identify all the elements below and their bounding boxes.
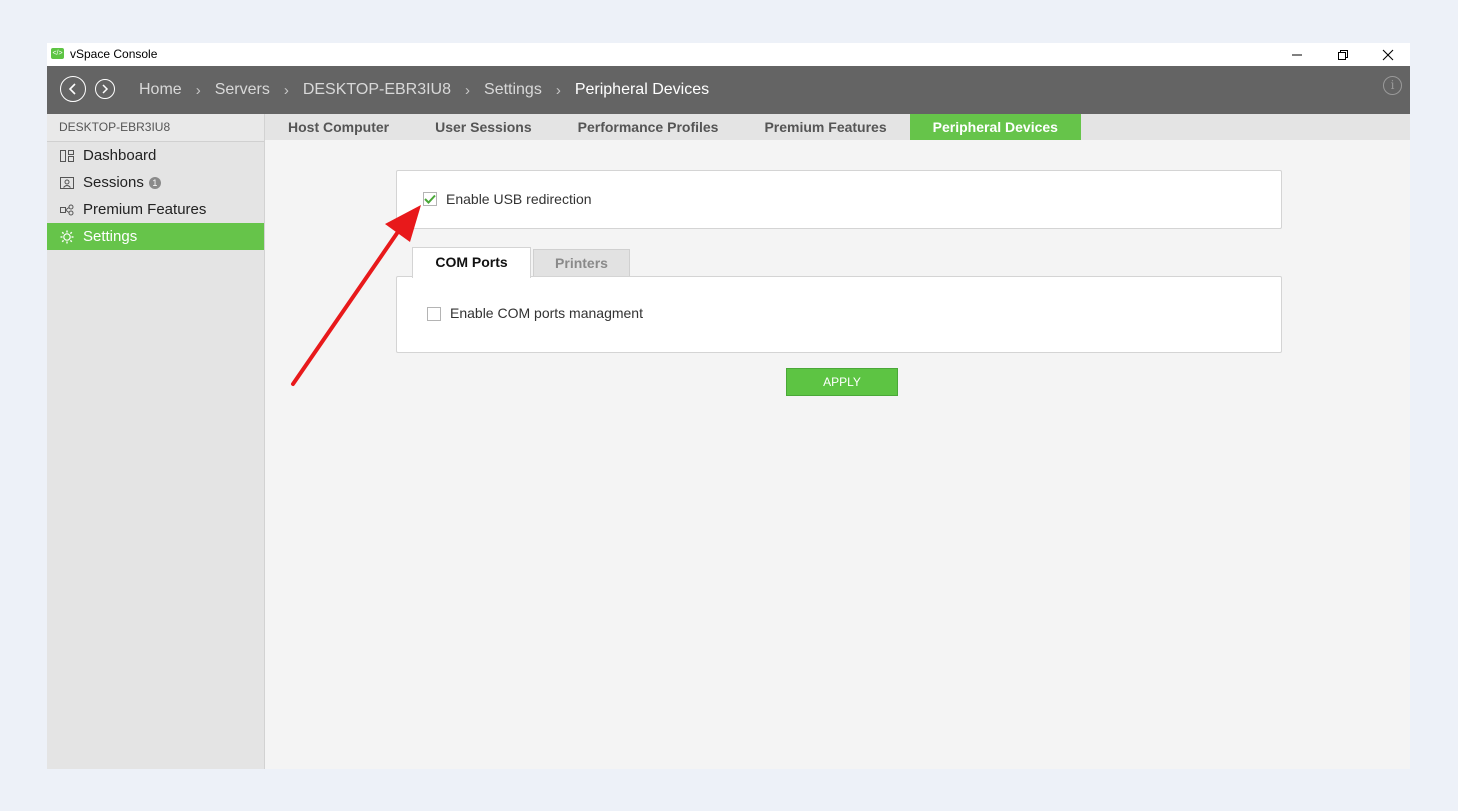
sidebar-server-name: DESKTOP-EBR3IU8: [47, 114, 264, 142]
title-bar: </> vSpace Console: [47, 43, 1410, 66]
com-ports-checkbox[interactable]: [427, 307, 441, 321]
sessions-icon: [60, 176, 76, 190]
sidebar-item-label: Premium Features: [83, 201, 207, 218]
tab-peripheral-devices[interactable]: Peripheral Devices: [909, 114, 1081, 140]
app-window: </> vSpace Console Home › Servers › DESK…: [47, 43, 1410, 769]
minimize-icon: [1292, 54, 1302, 55]
sidebar: DESKTOP-EBR3IU8 Dashboard Sessions 1 Pre…: [47, 114, 265, 769]
restore-button[interactable]: [1320, 43, 1366, 66]
breadcrumb-home[interactable]: Home: [139, 81, 182, 99]
tab-premium-features[interactable]: Premium Features: [741, 114, 909, 140]
forward-button[interactable]: [95, 79, 115, 99]
tab-user-sessions[interactable]: User Sessions: [412, 114, 555, 140]
breadcrumb-separator: ›: [465, 81, 471, 99]
subtab-com-ports[interactable]: COM Ports: [412, 247, 531, 278]
sessions-count-badge: 1: [148, 176, 161, 189]
sidebar-item-sessions[interactable]: Sessions 1: [47, 169, 264, 196]
breadcrumb-separator: ›: [195, 81, 201, 99]
close-button[interactable]: [1365, 43, 1411, 66]
settings-icon: [60, 230, 76, 244]
subtab-printers[interactable]: Printers: [533, 249, 630, 276]
breadcrumb-server[interactable]: DESKTOP-EBR3IU8: [303, 81, 451, 99]
breadcrumb-separator: ›: [555, 81, 561, 99]
premium-features-icon: [60, 203, 76, 217]
close-icon: [1382, 49, 1394, 60]
breadcrumb-servers[interactable]: Servers: [215, 81, 270, 99]
tab-performance-profiles[interactable]: Performance Profiles: [555, 114, 742, 140]
sidebar-item-label: Dashboard: [83, 147, 157, 164]
back-button[interactable]: [60, 76, 86, 102]
app-logo-icon: </>: [51, 48, 64, 59]
tab-host-computer[interactable]: Host Computer: [265, 114, 412, 140]
sidebar-item-label: Sessions: [83, 174, 144, 191]
chevron-right-icon: [102, 84, 109, 94]
breadcrumb-header: Home › Servers › DESKTOP-EBR3IU8 › Setti…: [47, 66, 1410, 114]
sidebar-item-label: Settings: [83, 228, 138, 245]
sidebar-item-settings[interactable]: Settings: [47, 223, 264, 250]
settings-tabs: Host Computer User Sessions Performance …: [265, 114, 1410, 140]
apply-button[interactable]: APPLY: [786, 368, 898, 396]
chevron-left-icon: [68, 83, 76, 95]
sidebar-item-dashboard[interactable]: Dashboard: [47, 142, 264, 169]
breadcrumb-settings[interactable]: Settings: [484, 81, 542, 99]
info-icon[interactable]: i: [1383, 76, 1402, 95]
restore-icon: [1338, 49, 1348, 60]
checkmark-icon: [424, 194, 436, 204]
minimize-button[interactable]: [1274, 43, 1320, 66]
usb-redirection-checkbox[interactable]: [423, 192, 437, 206]
breadcrumb-separator: ›: [283, 81, 289, 99]
dashboard-icon: [60, 149, 76, 163]
breadcrumb: Home › Servers › DESKTOP-EBR3IU8 › Setti…: [139, 66, 709, 114]
com-ports-label: Enable COM ports managment: [450, 305, 643, 321]
window-title: vSpace Console: [70, 47, 158, 61]
breadcrumb-current: Peripheral Devices: [574, 81, 710, 98]
usb-redirection-label: Enable USB redirection: [446, 191, 592, 207]
sidebar-item-premium-features[interactable]: Premium Features: [47, 196, 264, 223]
